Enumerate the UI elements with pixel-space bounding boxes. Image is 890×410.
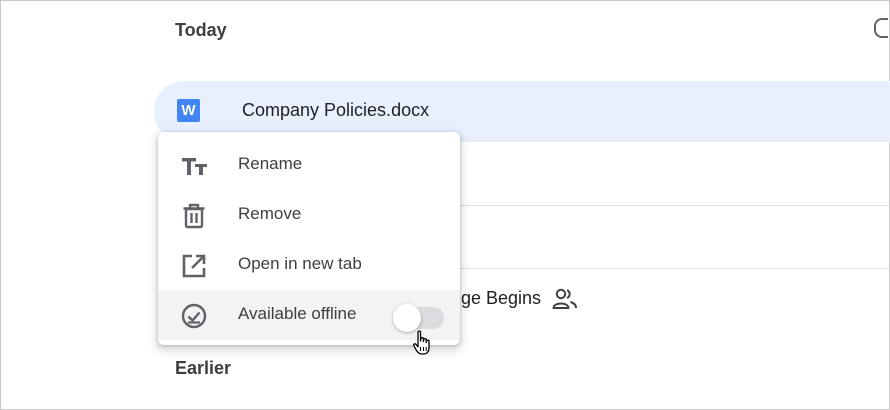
menu-label-remove: Remove bbox=[238, 204, 302, 223]
file-name[interactable]: Company Policies.docx bbox=[242, 100, 429, 121]
offline-toggle[interactable] bbox=[393, 304, 444, 332]
row-divider bbox=[460, 205, 890, 206]
menu-label-open-in-new-tab: Open in new tab bbox=[238, 254, 362, 273]
menu-item-open-in-new-tab[interactable]: Open in new tab bbox=[158, 240, 460, 290]
section-title-today: Today bbox=[175, 20, 227, 40]
menu-label-rename: Rename bbox=[238, 154, 303, 173]
partial-icon bbox=[874, 18, 888, 38]
text-format-icon bbox=[182, 158, 207, 175]
toggle-knob[interactable] bbox=[393, 304, 421, 332]
trash-icon bbox=[183, 203, 205, 229]
menu-label-available-offline: Available offline bbox=[238, 304, 357, 323]
row-divider bbox=[460, 268, 890, 269]
people-icon bbox=[552, 288, 577, 309]
open-in-new-icon bbox=[182, 254, 206, 278]
word-document-icon: W bbox=[177, 99, 200, 122]
section-title-earlier: Earlier bbox=[175, 358, 232, 378]
hand-cursor-icon bbox=[413, 330, 430, 355]
offline-check-icon bbox=[181, 303, 207, 329]
file-name-partial[interactable]: ge Begins bbox=[461, 288, 541, 309]
context-menu: Rename Remove Open in new tab Available … bbox=[158, 132, 460, 345]
menu-item-remove[interactable]: Remove bbox=[158, 190, 460, 240]
menu-item-rename[interactable]: Rename bbox=[158, 140, 460, 190]
